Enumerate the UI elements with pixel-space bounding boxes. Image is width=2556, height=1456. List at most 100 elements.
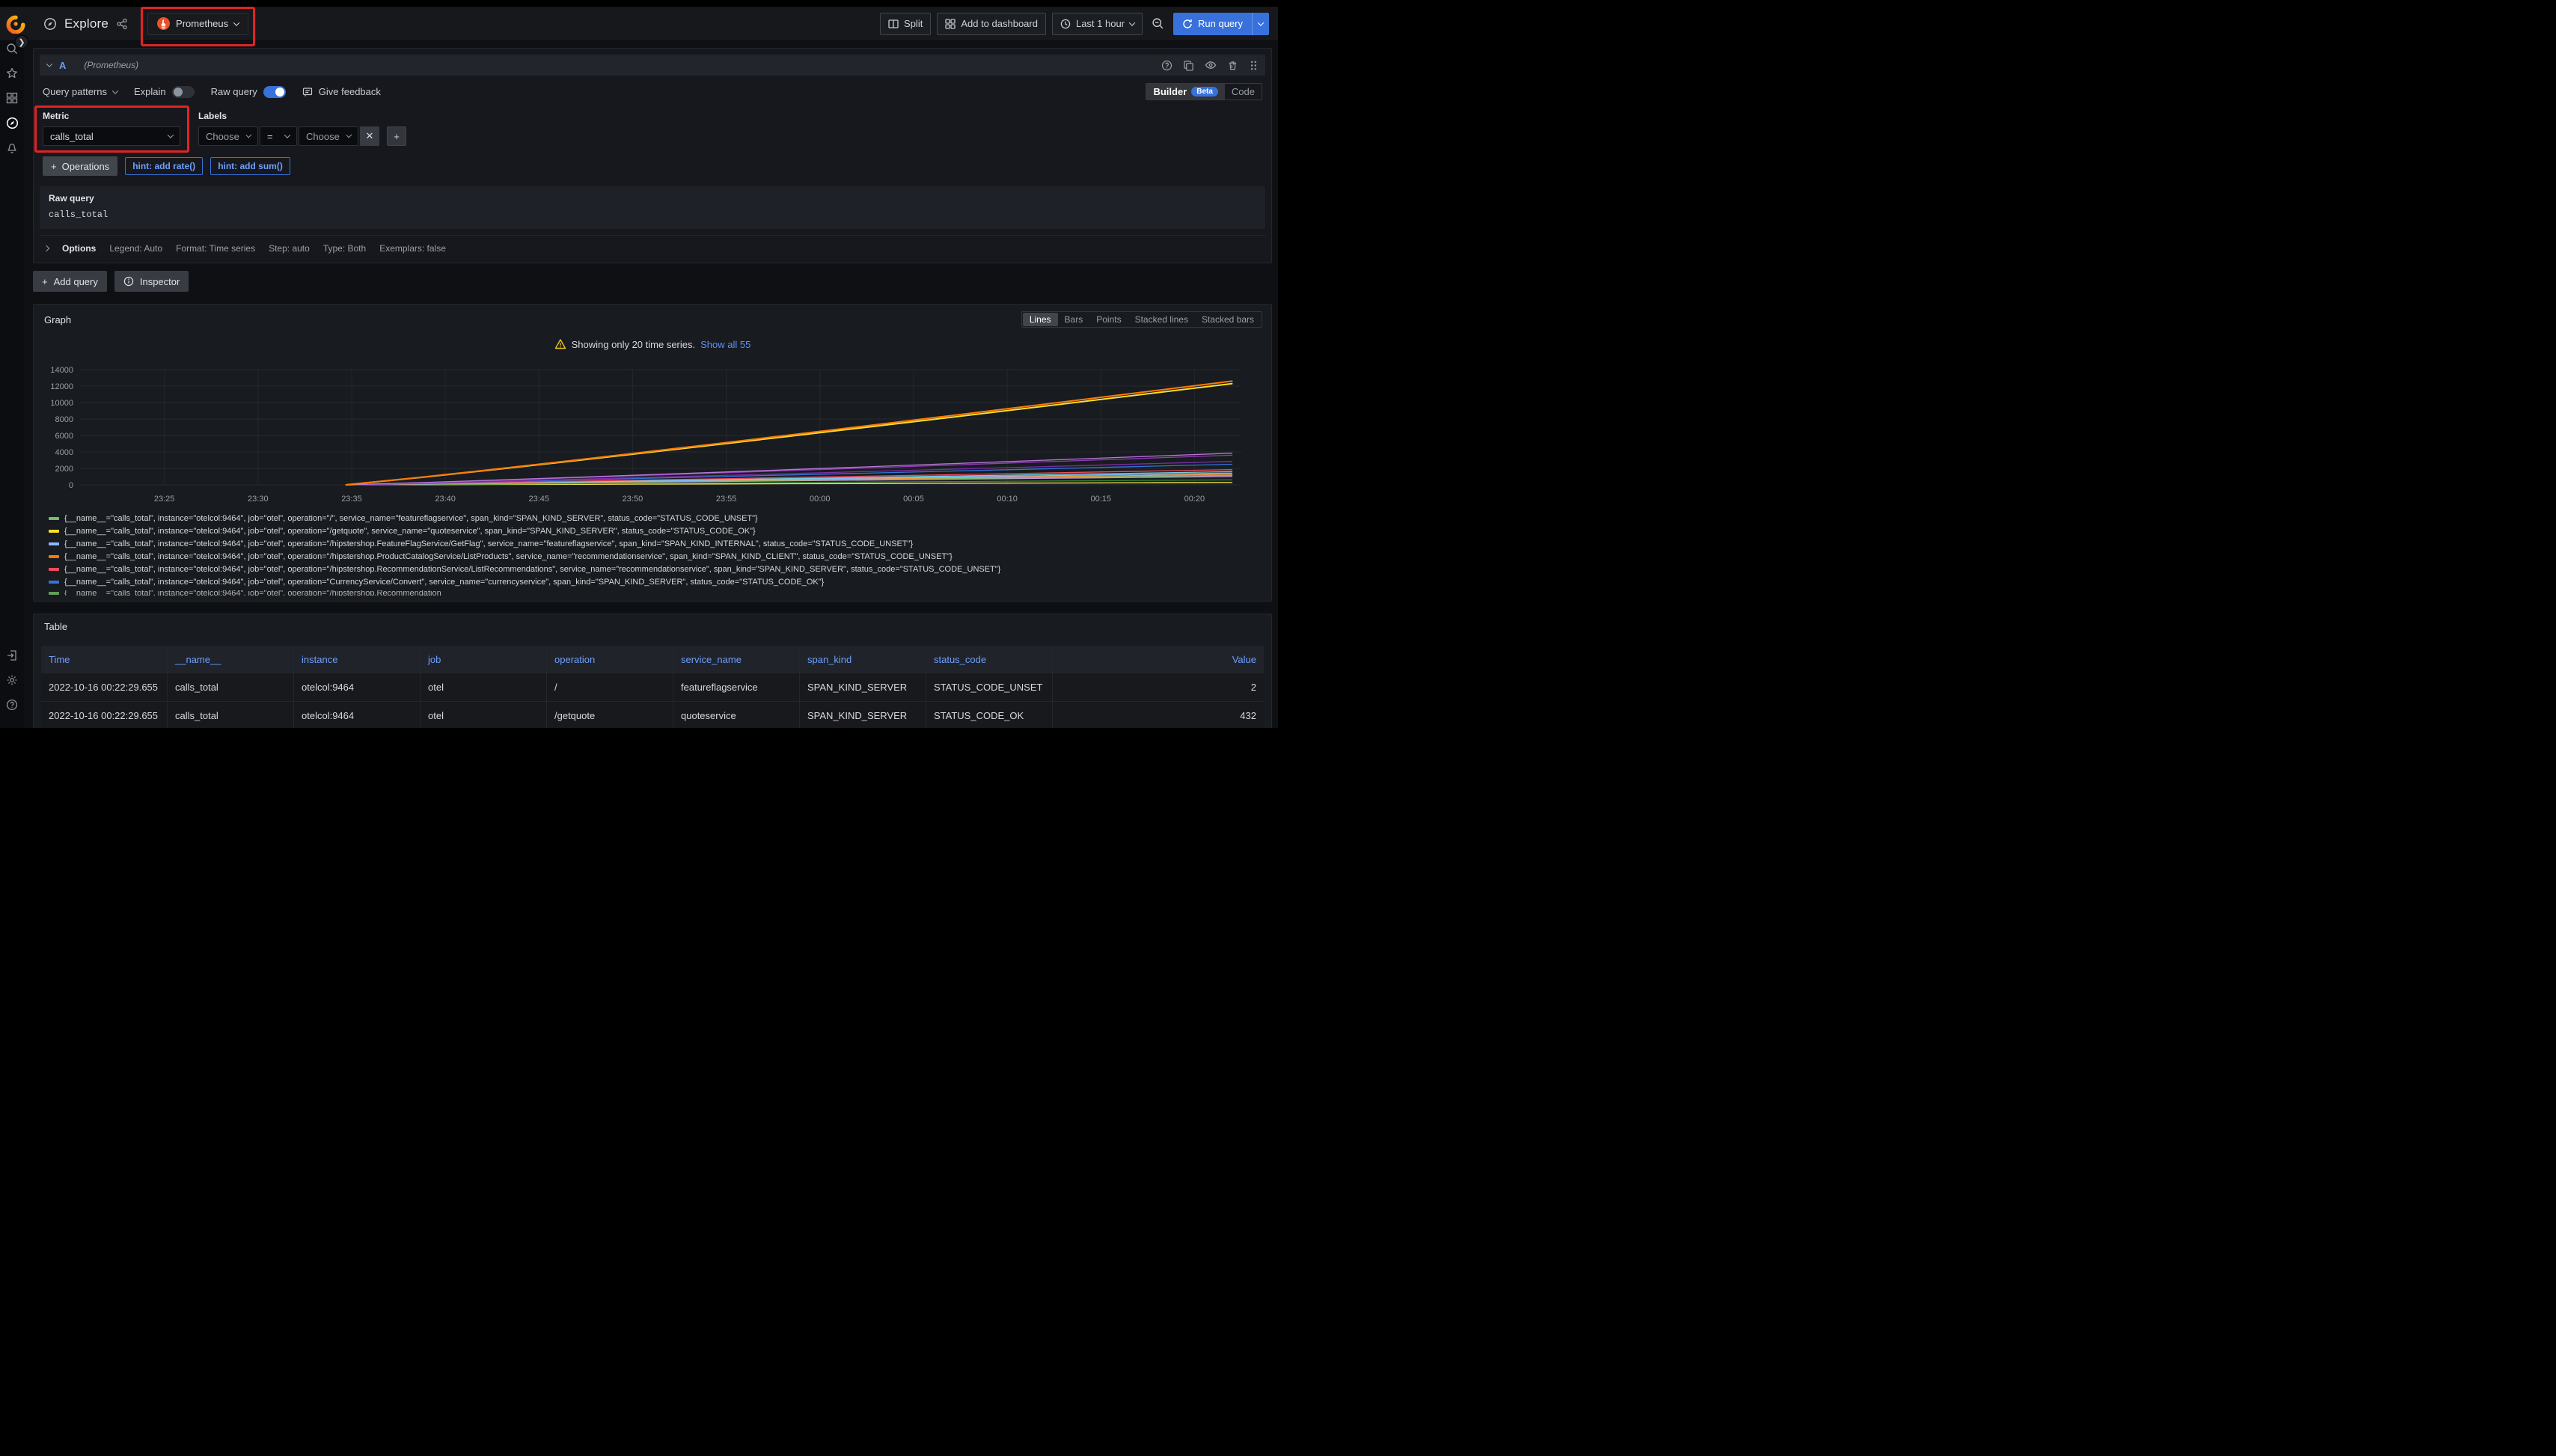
labels-label: Labels	[198, 111, 406, 121]
label-key-select[interactable]: Choose	[198, 126, 258, 146]
query-datasource-hint: (Prometheus)	[84, 60, 138, 70]
split-button[interactable]: Split	[880, 13, 931, 35]
query-patterns-dropdown[interactable]: Query patterns	[43, 86, 117, 97]
add-label-button[interactable]: +	[387, 126, 406, 146]
table-header-name[interactable]: __name__	[168, 646, 294, 673]
legend-swatch	[49, 581, 59, 584]
graph-mode-points[interactable]: Points	[1089, 313, 1128, 326]
builder-mode-button[interactable]: Builder Beta	[1146, 84, 1224, 100]
query-builder-row: Metric calls_total Labels Choose =	[40, 103, 1265, 147]
zoom-out-icon	[1152, 17, 1164, 30]
svg-text:23:25: 23:25	[154, 495, 175, 504]
sidebar-help-icon[interactable]	[6, 699, 18, 711]
raw-query-toggle[interactable]	[263, 86, 286, 98]
drag-handle-icon[interactable]	[1249, 60, 1258, 71]
table-cell: SPAN_KIND_SERVER	[800, 702, 926, 728]
time-range-picker[interactable]: Last 1 hour	[1052, 13, 1143, 35]
table-header-servicename[interactable]: service_name	[673, 646, 800, 673]
table-header-job[interactable]: job	[421, 646, 547, 673]
navbar: Explore Prometheus	[0, 7, 1278, 41]
legend-label: {__name__="calls_total", instance="otelc…	[64, 527, 756, 536]
svg-text:10000: 10000	[50, 399, 73, 408]
remove-label-button[interactable]: ✕	[360, 126, 379, 146]
run-query-button[interactable]: Run query	[1173, 13, 1269, 35]
svg-text:6000: 6000	[55, 432, 73, 441]
legend-swatch	[49, 568, 59, 571]
duplicate-query-icon[interactable]	[1183, 60, 1194, 71]
table-header-instance[interactable]: instance	[294, 646, 421, 673]
table-header-statuscode[interactable]: status_code	[926, 646, 1053, 673]
chevron-right-icon	[43, 245, 49, 251]
legend-item-5[interactable]: {__name__="calls_total", instance="otelc…	[49, 578, 1271, 587]
legend-label: {__name__="calls_total", instance="otelc…	[64, 539, 913, 548]
table-header-time[interactable]: Time	[41, 646, 168, 673]
options-collapsed-row[interactable]: Options Legend: AutoFormat: Time seriesS…	[40, 235, 1265, 257]
show-all-series-link[interactable]: Show all 55	[700, 339, 750, 350]
share-icon[interactable]	[116, 18, 128, 30]
graph-mode-stacked-bars[interactable]: Stacked bars	[1195, 313, 1261, 326]
add-operations-button[interactable]: + Operations	[43, 156, 117, 176]
options-summary-item: Legend: Auto	[109, 243, 162, 254]
run-query-dropdown[interactable]	[1252, 13, 1269, 35]
legend-item-1[interactable]: {__name__="calls_total", instance="otelc…	[49, 527, 1271, 536]
time-series-chart[interactable]: 23:2523:3023:3523:4023:4523:5023:5500:00…	[44, 362, 1252, 509]
explain-toggle[interactable]	[172, 86, 195, 98]
add-query-button[interactable]: + Add query	[33, 271, 107, 292]
graph-mode-bars[interactable]: Bars	[1058, 313, 1090, 326]
svg-text:14000: 14000	[50, 366, 73, 375]
legend-swatch	[49, 555, 59, 558]
legend-item-clipped[interactable]: {__name__="calls_total", instance="otelc…	[49, 590, 1271, 596]
apps-grid-icon	[945, 19, 956, 29]
add-to-dashboard-button[interactable]: Add to dashboard	[937, 13, 1046, 35]
datasource-picker[interactable]: Prometheus	[147, 13, 248, 35]
query-hint-button-1[interactable]: hint: add sum()	[210, 157, 290, 175]
give-feedback-button[interactable]: Give feedback	[302, 86, 381, 97]
hide-query-eye-icon[interactable]	[1205, 59, 1217, 71]
label-value-select[interactable]: Choose	[299, 126, 358, 146]
prometheus-icon	[157, 17, 170, 30]
chevron-down-icon	[112, 88, 118, 94]
query-hint-button-0[interactable]: hint: add rate()	[125, 157, 203, 175]
svg-text:00:00: 00:00	[810, 495, 831, 504]
table-cell: otelcol:9464	[294, 673, 421, 701]
legend-item-0[interactable]: {__name__="calls_total", instance="otelc…	[49, 514, 1271, 523]
table-header-operation[interactable]: operation	[547, 646, 673, 673]
sidebar-starred-icon[interactable]	[6, 67, 18, 79]
table-cell: /	[547, 673, 673, 701]
clock-icon	[1060, 19, 1071, 29]
legend-item-3[interactable]: {__name__="calls_total", instance="otelc…	[49, 552, 1271, 561]
comment-icon	[302, 87, 313, 97]
table-cell: 2022-10-16 00:22:29.655	[41, 673, 168, 701]
remove-query-trash-icon[interactable]	[1227, 60, 1238, 71]
sidebar-explore-icon[interactable]	[6, 117, 19, 129]
legend-label: {__name__="calls_total", instance="otelc…	[64, 514, 758, 523]
legend-label: {__name__="calls_total", instance="otelc…	[64, 565, 1000, 574]
warning-triangle-icon	[554, 338, 566, 350]
table-header-spankind[interactable]: span_kind	[800, 646, 926, 673]
sidebar-settings-gear-icon[interactable]	[6, 674, 18, 686]
table-cell: STATUS_CODE_UNSET	[926, 673, 1053, 701]
sidebar-signin-icon[interactable]	[6, 649, 18, 661]
query-row-header[interactable]: A (Prometheus)	[40, 55, 1265, 76]
sidebar-expand-button[interactable]: ❯	[14, 34, 29, 49]
graph-mode-stacked-lines[interactable]: Stacked lines	[1128, 313, 1195, 326]
table-header-value[interactable]: Value	[1053, 646, 1264, 673]
legend-item-2[interactable]: {__name__="calls_total", instance="otelc…	[49, 539, 1271, 548]
svg-text:2000: 2000	[55, 465, 73, 474]
explain-toggle-group: Explain	[134, 86, 195, 98]
legend-item-4[interactable]: {__name__="calls_total", instance="otelc…	[49, 565, 1271, 574]
code-mode-button[interactable]: Code	[1225, 84, 1262, 100]
svg-text:8000: 8000	[55, 415, 73, 424]
graph-mode-lines[interactable]: Lines	[1023, 313, 1058, 326]
raw-query-label: Raw query	[49, 193, 1256, 204]
query-help-icon[interactable]	[1161, 60, 1172, 71]
label-operator-select[interactable]: =	[260, 126, 297, 146]
sidebar-alerting-icon[interactable]	[6, 142, 18, 154]
zoom-out-button[interactable]	[1149, 13, 1167, 35]
table-panel: Table Time__name__instancejoboperationse…	[33, 614, 1272, 728]
grafana-logo[interactable]	[6, 14, 25, 34]
sidebar-dashboards-icon[interactable]	[6, 92, 18, 104]
metric-select[interactable]: calls_total	[43, 126, 180, 146]
svg-text:00:15: 00:15	[1090, 495, 1111, 504]
inspector-button[interactable]: Inspector	[114, 271, 189, 292]
